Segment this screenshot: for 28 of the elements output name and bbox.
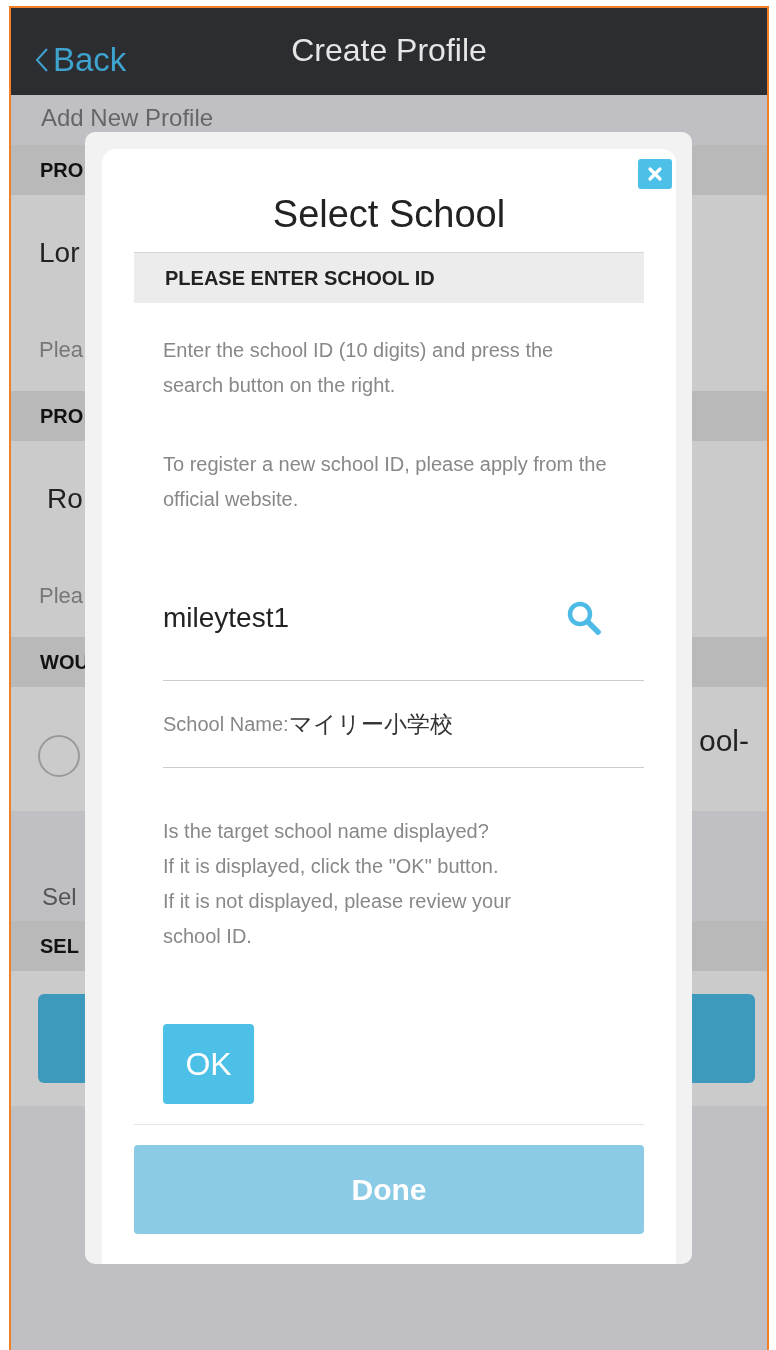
field-value: Ro bbox=[47, 483, 83, 515]
section-title: PRO bbox=[40, 158, 84, 182]
instruction-text: To register a new school ID, please apply from the official website. bbox=[163, 452, 608, 512]
close-button[interactable] bbox=[638, 159, 672, 189]
section-title: PRO bbox=[40, 404, 84, 428]
field-value: Lor bbox=[39, 237, 80, 269]
school-id-field[interactable]: mileytest1 bbox=[163, 567, 644, 681]
section-title: SEL bbox=[40, 934, 79, 958]
field-hint: Plea bbox=[39, 583, 84, 609]
school-name-label: School Name: bbox=[163, 712, 289, 736]
page-subtitle: Add New Profile bbox=[41, 104, 214, 132]
confirm-text: If it is displayed, click the "OK" button. bbox=[163, 854, 500, 879]
field-hint: Plea bbox=[39, 337, 84, 363]
instruction-text: Enter the school ID (10 digits) and press the search button on the right. bbox=[163, 338, 555, 398]
screen-title: Create Profile bbox=[291, 32, 487, 69]
row-label: Sel bbox=[42, 883, 77, 911]
section-title: PLEASE ENTER SCHOOL ID bbox=[165, 266, 435, 290]
search-button[interactable] bbox=[566, 599, 602, 636]
back-link[interactable]: Back bbox=[35, 40, 127, 79]
confirm-text: Is the target school name displayed? bbox=[163, 819, 490, 844]
option-label: ool- bbox=[698, 724, 749, 758]
radio-button[interactable] bbox=[38, 735, 80, 777]
confirm-text: If it is not displayed, please review your school ID. bbox=[163, 889, 512, 949]
back-chevron-icon bbox=[35, 46, 49, 73]
school-name-value: マイリー小学校 bbox=[288, 709, 453, 739]
close-icon bbox=[647, 166, 663, 182]
search-icon bbox=[566, 599, 602, 636]
dialog-title: Select School bbox=[272, 193, 506, 236]
